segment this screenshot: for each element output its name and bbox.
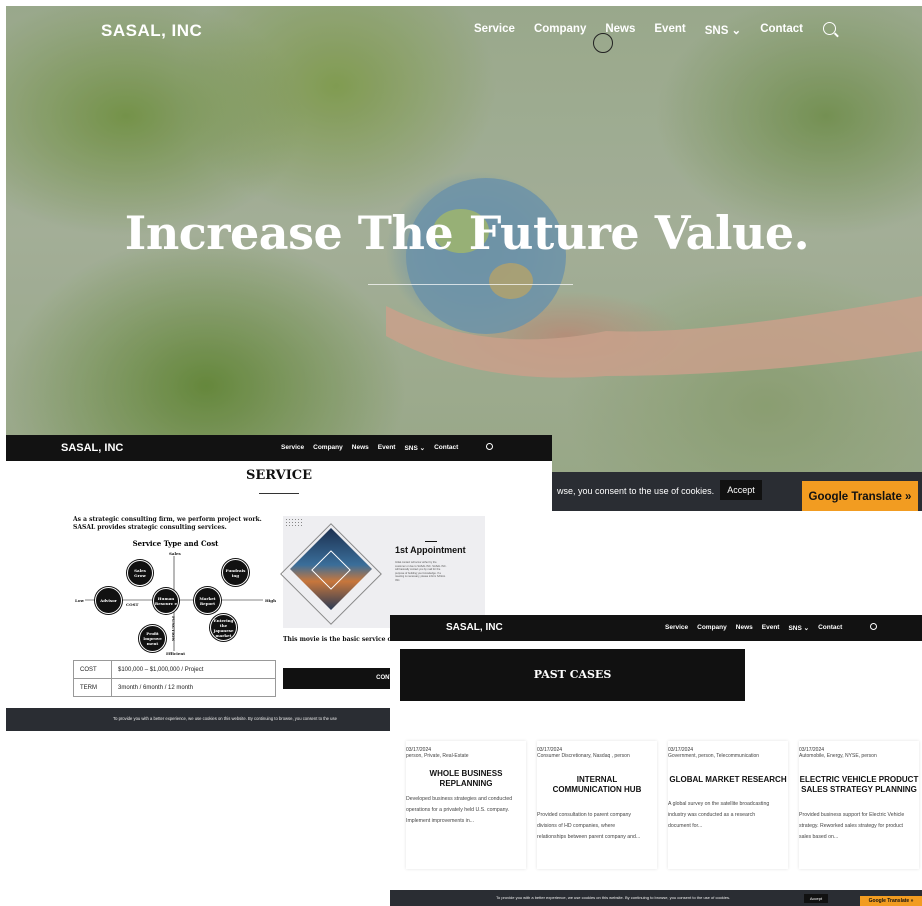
nav-sns[interactable]: SNS ⌄	[705, 23, 741, 37]
media-title: 1st Appointment	[395, 545, 466, 555]
nav-company[interactable]: Company	[313, 444, 343, 452]
table-row: COST $100,000 – $1,000,000 / Project	[73, 660, 276, 679]
nav-news[interactable]: News	[736, 624, 753, 632]
cost-term-table: COST $100,000 – $1,000,000 / Project TER…	[73, 660, 276, 697]
nav-sns[interactable]: SNS ⌄	[404, 444, 425, 452]
nav-contact[interactable]: Contact	[760, 23, 803, 37]
case-title[interactable]: WHOLE BUSINESS REPLANNING	[406, 769, 526, 789]
bubble-profit-improvement: Profit Improve ment	[139, 625, 166, 652]
case-title[interactable]: ELECTRIC VEHICLE PRODUCT SALES STRATEGY …	[799, 775, 919, 795]
site-logo[interactable]: SASAL, INC	[446, 622, 503, 633]
nav-event[interactable]: Event	[654, 23, 685, 37]
nav-company[interactable]: Company	[534, 23, 586, 37]
nav-service[interactable]: Service	[281, 444, 304, 452]
cursor-ring-icon	[593, 33, 613, 53]
case-excerpt: Developed business strategies and conduc…	[406, 796, 513, 824]
service-navbar: SASAL, INC Service Company News Event SN…	[6, 435, 552, 461]
axis-label-bottom: Efficient	[166, 651, 186, 656]
hero-menu: Service Company News Event SNS ⌄ Contact	[474, 23, 803, 37]
nav-event[interactable]: Event	[762, 624, 780, 632]
media-divider	[425, 541, 437, 542]
nav-sns[interactable]: SNS ⌄	[788, 624, 809, 632]
cookie-accept-button[interactable]: Accept	[720, 480, 762, 500]
case-card[interactable]: 03/17/2024 person, Private, Real-Estate …	[406, 741, 526, 869]
axis-label-function: FUNCTION	[171, 616, 176, 642]
nav-service[interactable]: Service	[665, 624, 688, 632]
past-cases-navbar: SASAL, INC Service Company News Event SN…	[390, 615, 922, 641]
case-excerpt: Provided business support for Electric V…	[799, 812, 905, 840]
cookie-text: To provide you with a better experience,…	[496, 895, 731, 900]
service-type-diagram: Service Type and Cost Sales Efficient Lo…	[73, 539, 278, 659]
movie-description: This movie is the basic service con When…	[283, 636, 403, 643]
table-value: $100,000 – $1,000,000 / Project	[111, 660, 276, 679]
nav-company[interactable]: Company	[697, 624, 727, 632]
service-menu: Service Company News Event SNS ⌄ Contact	[281, 444, 458, 452]
past-cases-banner: PAST CASES	[400, 649, 745, 701]
google-translate-button[interactable]: Google Translate »	[802, 481, 918, 511]
table-row: TERM 3month / 6month / 12 month	[73, 678, 276, 697]
axis-label-left: Low	[75, 598, 84, 603]
case-excerpt: Provided consultation to parent company …	[537, 812, 641, 840]
site-logo[interactable]: SASAL, INC	[101, 21, 202, 41]
nav-contact[interactable]: Contact	[434, 444, 458, 452]
case-tags: person, Private, Real-Estate	[406, 753, 469, 759]
axis-label-top: Sales	[169, 551, 181, 556]
table-value: 3month / 6month / 12 month	[111, 678, 276, 697]
cookie-accept-button[interactable]: Accept	[804, 894, 828, 903]
case-card[interactable]: 03/17/2024 Government, person, Telecommu…	[668, 741, 788, 869]
bubble-advisor: Advisor	[95, 587, 122, 614]
bubble-market-report: Market Report	[194, 587, 221, 614]
case-tags: Consumer Discretionary, Nasdaq , person	[537, 753, 630, 759]
bubble-fundraising: Fundrais ing	[222, 559, 249, 586]
cookie-text: To provide you with a better experience,…	[113, 716, 337, 721]
service-intro: As a strategic consulting firm, we perfo…	[73, 516, 262, 531]
hero-title: Increase The Future Value.	[124, 206, 810, 260]
nav-news[interactable]: News	[352, 444, 369, 452]
page-title: SERVICE	[245, 468, 313, 483]
case-excerpt: A global survey on the satellite broadca…	[668, 801, 770, 829]
case-card[interactable]: 03/17/2024 Automobile, Energy, NYSE, per…	[799, 741, 919, 869]
dot-pattern	[285, 518, 303, 526]
appointment-video-card[interactable]: 1st Appointment Initial contact will occ…	[280, 516, 485, 628]
case-card[interactable]: 03/17/2024 Consumer Discretionary, Nasda…	[537, 741, 657, 869]
case-tags: Government, person, Telecommunication	[668, 753, 760, 759]
case-card-list: 03/17/2024 person, Private, Real-Estate …	[406, 741, 919, 869]
axis-label-cost: COST	[126, 602, 139, 607]
nav-event[interactable]: Event	[378, 444, 396, 452]
title-divider	[259, 493, 299, 494]
search-icon[interactable]	[823, 22, 836, 35]
bubble-sales-grow: Sales Grow	[127, 560, 153, 586]
bubble-japanese-market: Entering the Japanese market	[210, 614, 237, 641]
nav-service[interactable]: Service	[474, 23, 515, 37]
site-logo[interactable]: SASAL, INC	[61, 442, 123, 454]
past-cases-menu: Service Company News Event SNS ⌄ Contact	[665, 624, 842, 632]
media-text: Initial contact will occur either by the…	[395, 561, 447, 582]
bubble-human-resource: Human Resourc e	[153, 588, 179, 614]
past-cases-page-screenshot: SASAL, INC Service Company News Event SN…	[390, 615, 922, 906]
axis-label-right: High	[265, 598, 277, 603]
case-tags: Automobile, Energy, NYSE, person	[799, 753, 877, 759]
case-title[interactable]: INTERNAL COMMUNICATION HUB	[537, 775, 657, 795]
search-icon[interactable]	[870, 623, 877, 630]
hero-divider	[368, 284, 573, 285]
search-icon[interactable]	[486, 443, 493, 450]
case-title[interactable]: GLOBAL MARKET RESEARCH	[668, 775, 788, 785]
table-label: COST	[73, 660, 112, 679]
hero-navbar: SASAL, INC Service Company News Event SN…	[6, 6, 922, 56]
cookie-text: wse, you consent to the use of cookies.	[557, 486, 715, 496]
table-label: TERM	[73, 678, 112, 697]
google-translate-button[interactable]: Google Translate »	[860, 896, 922, 906]
nav-contact[interactable]: Contact	[818, 624, 842, 632]
cookie-banner: To provide you with a better experience,…	[390, 890, 922, 906]
